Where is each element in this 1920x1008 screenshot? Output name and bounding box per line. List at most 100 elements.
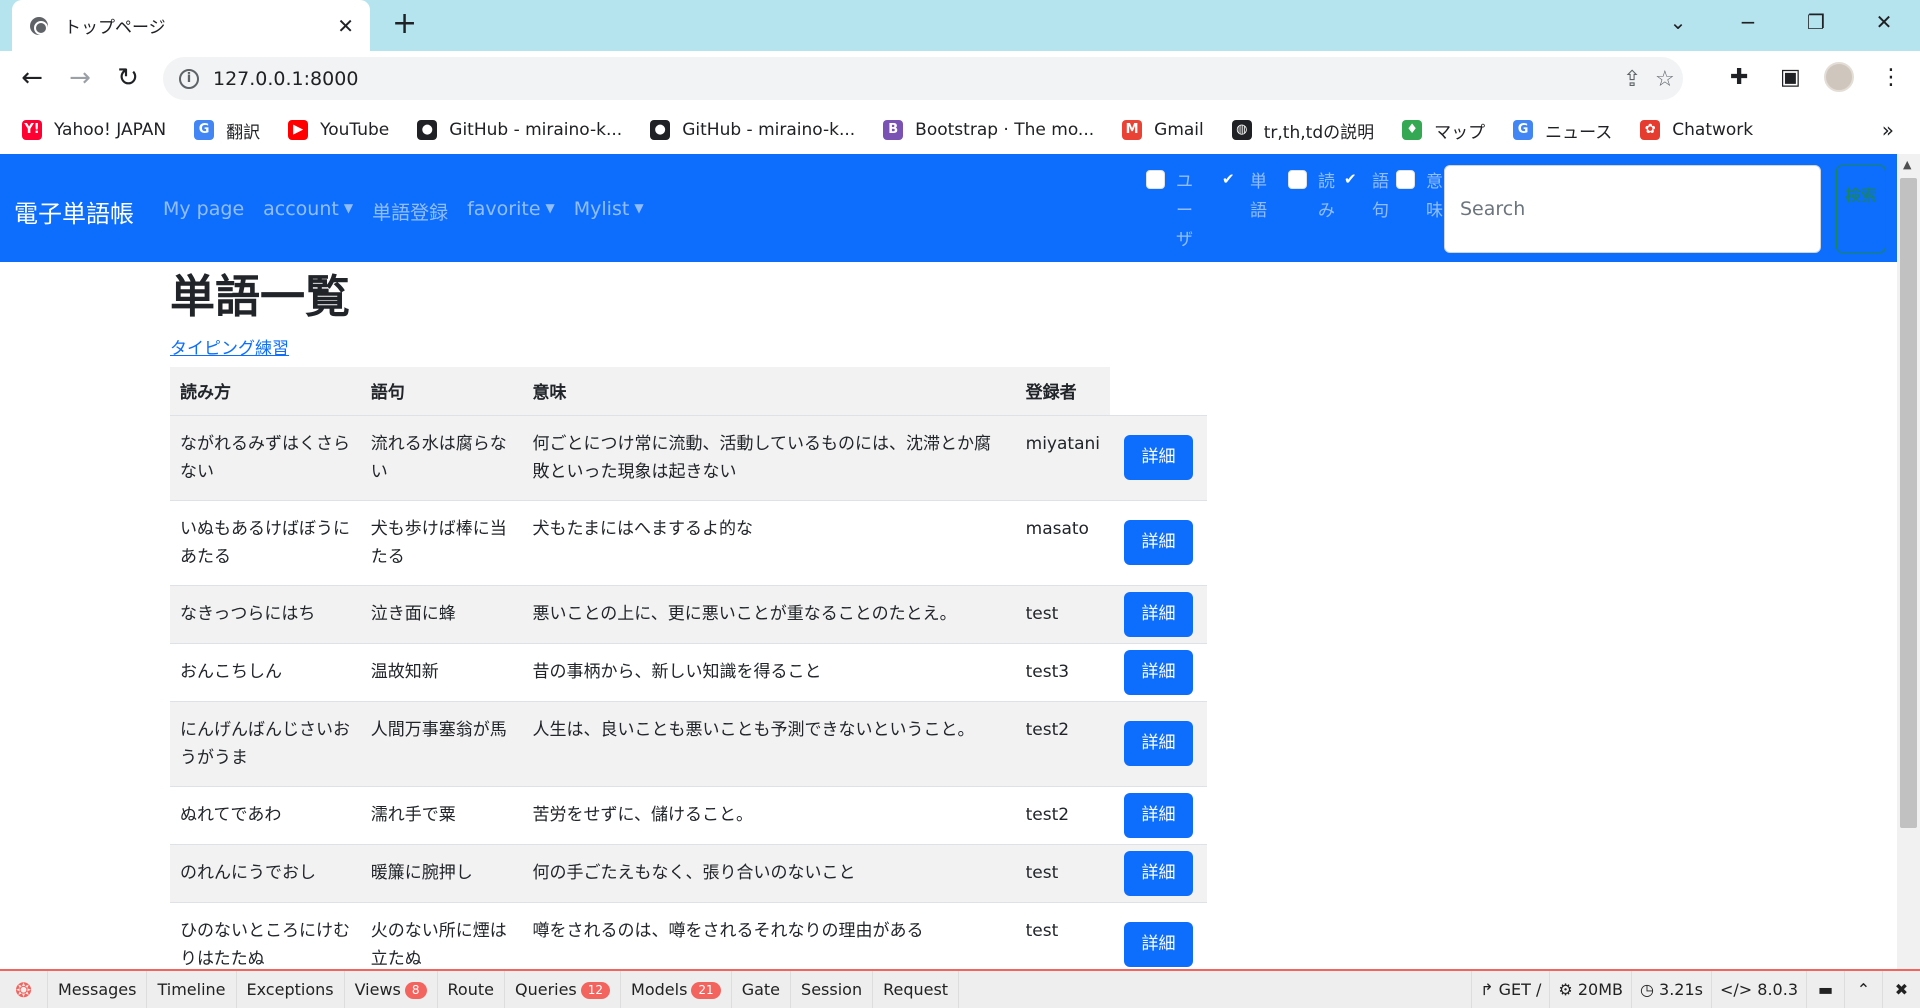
filter-checkbox[interactable]	[1396, 170, 1415, 189]
search-button[interactable]: 検索	[1836, 165, 1886, 253]
maximize-debugbar-icon[interactable]: ⌃	[1844, 971, 1882, 1008]
checkmark-icon: ✔	[1222, 170, 1235, 188]
checkmark-icon: ✔	[1344, 170, 1357, 188]
debugbar-tab[interactable]: Session	[791, 971, 874, 1008]
request-duration: ◷ 3.21s	[1630, 971, 1711, 1008]
debugbar-tab-label: Gate	[741, 980, 781, 999]
filter-label: ユーザー名	[1176, 172, 1193, 308]
bookmark-item[interactable]: ● GitHub - miraino-k...	[417, 120, 622, 140]
forward-icon[interactable]: →	[62, 63, 98, 93]
search-input[interactable]	[1444, 165, 1821, 253]
bookmark-item[interactable]: M Gmail	[1122, 120, 1204, 140]
browser-tab-strip: トップページ ✕ + ⌄ − ❐ ✕	[0, 0, 1920, 51]
extensions-icon[interactable]: ✚	[1730, 65, 1748, 90]
tab-search-icon[interactable]: ⌄	[1658, 8, 1698, 36]
cell-meaning: 何ごとにつけ常に流動、活動しているものには、沈滞とか腐敗といった現象は起きない	[522, 415, 1016, 501]
nav-link[interactable]: 単語登録	[372, 198, 448, 225]
restore-icon[interactable]: ❐	[1796, 8, 1836, 36]
close-window-icon[interactable]: ✕	[1864, 8, 1904, 36]
debugbar-tab[interactable]: Views 8	[345, 971, 438, 1008]
close-debugbar-icon[interactable]: ✖	[1882, 971, 1920, 1008]
site-navbar: 電子単語帳 My page account ▼ 単語登録 favorite ▼ Mylist…	[0, 154, 1897, 308]
column-header: 語句	[360, 367, 523, 416]
table-row: ぬれてであわ 濡れ手で粟 苦労をせずに、儲けること。 test2 詳細	[170, 786, 1207, 845]
column-header: 読み方	[170, 367, 361, 416]
debugbar-tab[interactable]: Route	[438, 971, 505, 1008]
caret-down-icon: ▼	[343, 201, 354, 215]
filter-checkbox[interactable]	[1288, 170, 1307, 189]
share-icon[interactable]: ⇪	[1623, 67, 1641, 92]
debugbar-tab[interactable]: Models 21	[621, 971, 732, 1008]
scrollbar-thumb[interactable]	[1900, 178, 1917, 828]
detail-button[interactable]: 詳細	[1124, 792, 1193, 838]
detail-button[interactable]: 詳細	[1124, 435, 1193, 480]
cell-reading: おんこちしん	[170, 643, 361, 702]
debugbar-tab[interactable]: Messages	[48, 971, 148, 1008]
nav-link[interactable]: favorite ▼	[467, 198, 555, 225]
bookmark-label: Gmail	[1154, 120, 1204, 140]
new-tab-button[interactable]: +	[392, 9, 417, 39]
bookmark-star-icon[interactable]: ☆	[1655, 67, 1675, 92]
address-bar[interactable]: i 127.0.0.1:8000 ⇪ ☆	[163, 57, 1683, 100]
bookmark-favicon-icon: ✿	[1640, 120, 1661, 140]
laravel-logo-icon[interactable]: ❂	[0, 971, 48, 1008]
nav-link[interactable]: Mylist ▼	[574, 198, 644, 225]
browser-tab[interactable]: トップページ ✕	[12, 0, 370, 51]
cell-user: masato	[1015, 500, 1110, 586]
detail-button[interactable]: 詳細	[1124, 922, 1193, 967]
menu-kebab-icon[interactable]: ⋮	[1880, 65, 1902, 90]
filter-checkbox[interactable]	[1146, 170, 1165, 189]
bookmark-item[interactable]: ♦ マップ	[1402, 118, 1485, 143]
nav-link[interactable]: My page	[163, 198, 244, 225]
cell-action: 詳細	[1110, 585, 1207, 644]
reload-icon[interactable]: ↻	[110, 63, 146, 93]
cell-action: 詳細	[1110, 643, 1207, 702]
bookmark-label: Bootstrap · The mo...	[915, 120, 1095, 140]
nav-link[interactable]: account ▼	[263, 198, 353, 225]
nav-link-label: My page	[163, 198, 245, 220]
profile-avatar[interactable]	[1824, 62, 1854, 92]
debugbar-tab[interactable]: Gate	[732, 971, 792, 1008]
bookmark-item[interactable]: ● GitHub - miraino-k...	[650, 120, 855, 140]
detail-button[interactable]: 詳細	[1124, 850, 1193, 896]
request-method[interactable]: ↱ GET /	[1471, 971, 1549, 1008]
filter-checkbox[interactable]: ✔	[1220, 170, 1239, 189]
bookmark-favicon-icon: ◍	[1231, 120, 1252, 140]
cell-meaning: 悪いことの上に、更に悪いことが重なることのたとえ。	[522, 585, 1016, 644]
debugbar-tab[interactable]: Request	[873, 971, 960, 1008]
minimize-icon[interactable]: −	[1728, 8, 1768, 36]
bookmark-item[interactable]: ◍ tr,th,tdの説明	[1231, 118, 1374, 143]
debugbar-tab[interactable]: Queries 12	[505, 971, 622, 1008]
nav-link-label: 単語登録	[372, 202, 449, 224]
scroll-up-icon[interactable]: ▲	[1903, 158, 1911, 171]
detail-button[interactable]: 詳細	[1124, 649, 1193, 695]
bookmark-item[interactable]: Y! Yahoo! JAPAN	[22, 120, 166, 140]
bookmark-item[interactable]: ▶ YouTube	[288, 120, 389, 140]
detail-button[interactable]: 詳細	[1124, 520, 1193, 565]
table-row: いぬもあるけばぼうにあたる 犬も歩けば棒に当たる 犬もたまにはへまするよ的な masa…	[170, 500, 1207, 586]
bookmark-item[interactable]: B Bootstrap · The mo...	[883, 120, 1094, 140]
back-icon[interactable]: ←	[14, 63, 50, 93]
debugbar-tab-label: Route	[447, 980, 494, 999]
debugbar-count-badge: 21	[691, 982, 721, 999]
page-scrollbar[interactable]: ▲	[1897, 154, 1920, 969]
site-info-icon[interactable]: i	[179, 68, 199, 89]
debugbar-tab[interactable]: Exceptions	[237, 971, 345, 1008]
folder-icon[interactable]: ▬	[1806, 971, 1844, 1008]
version-text: 8.0.3	[1757, 980, 1798, 999]
bookmarks-overflow-icon[interactable]: »	[1882, 118, 1894, 142]
typing-practice-link[interactable]: タイピング練習	[170, 334, 289, 359]
filter-checkbox[interactable]: ✔	[1342, 170, 1361, 189]
brand-link[interactable]: 電子単語帳	[14, 194, 134, 229]
bookmark-label: ニュース	[1545, 122, 1613, 143]
detail-button[interactable]: 詳細	[1124, 591, 1193, 637]
bookmark-item[interactable]: ✿ Chatwork	[1640, 120, 1753, 140]
close-tab-icon[interactable]: ✕	[337, 14, 354, 38]
bookmark-item[interactable]: G ニュース	[1513, 118, 1612, 143]
debugbar-tab[interactable]: Timeline	[147, 971, 237, 1008]
bookmark-item[interactable]: G 翻訳	[194, 118, 260, 143]
side-panel-icon[interactable]: ▣	[1780, 65, 1801, 90]
cell-meaning: 昔の事柄から、新しい知識を得ること	[522, 643, 1016, 702]
detail-button[interactable]: 詳細	[1124, 721, 1193, 766]
debugbar-tab-label: Queries	[514, 980, 577, 999]
